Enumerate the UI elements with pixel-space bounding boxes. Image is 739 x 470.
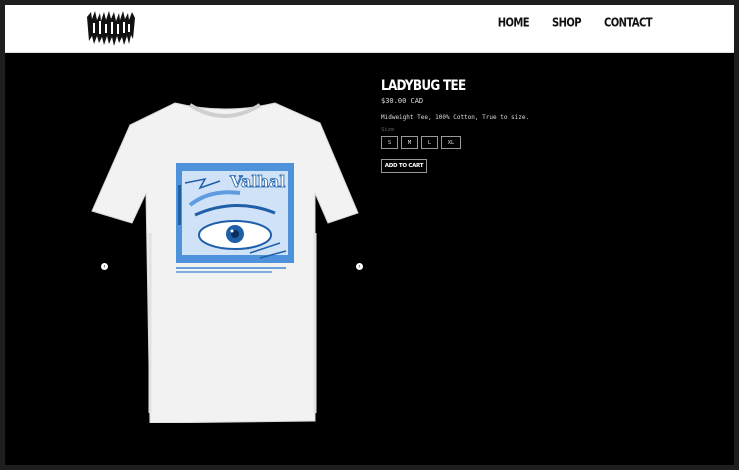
tshirt-image: Valhal [91,102,359,424]
print-text: Valhal [229,172,285,191]
product-gallery: Valhal ‹ › [90,93,363,424]
size-option-xl[interactable]: XL [441,136,461,149]
size-option-l[interactable]: L [421,136,438,149]
nav-shop-link[interactable]: SHOP [552,17,582,31]
nav-contact-link[interactable]: CONTACT [604,17,653,31]
chevron-right-icon[interactable]: › [356,263,363,270]
band-logo-icon[interactable] [85,9,137,47]
main-nav: HOME SHOP CONTACT [475,17,653,31]
site-header: HOME SHOP CONTACT [5,5,734,53]
add-to-cart-button[interactable]: ADD TO CART [381,159,427,173]
size-label: Size [381,127,395,133]
nav-home-link[interactable]: HOME [498,17,530,31]
product-title: LADYBUG TEE [381,77,466,94]
size-option-m[interactable]: M [401,136,418,149]
product-info: LADYBUG TEE $30.00 CAD Midweight Tee, 10… [381,77,701,173]
size-option-s[interactable]: S [381,136,398,149]
page: HOME SHOP CONTACT Valhal ‹ › LADYBUG TEE… [5,5,734,465]
product-price: $30.00 CAD [381,97,424,105]
product-description: Midweight Tee, 100% Cotton, True to size… [381,114,530,121]
chevron-left-icon[interactable]: ‹ [101,263,108,270]
size-selector: S M L XL [381,136,701,149]
